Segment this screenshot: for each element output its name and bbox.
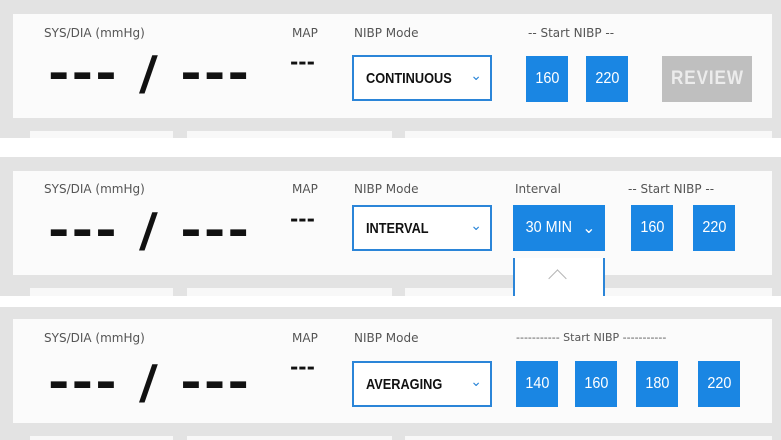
start-nibp-label: ----------- Start NIBP ----------- — [516, 331, 667, 344]
start-nibp-160-button[interactable]: 160 — [526, 56, 568, 102]
lower-tile — [30, 436, 173, 440]
nibp-mode-label: NIBP Mode — [354, 182, 419, 196]
nibp-mode-value: INTERVAL — [366, 220, 429, 237]
start-nibp-220-button[interactable]: 220 — [693, 205, 735, 251]
chevron-up-icon[interactable] — [548, 269, 567, 288]
map-label: MAP — [292, 331, 318, 345]
lower-tile — [187, 436, 392, 440]
chevron-down-icon: ⌄ — [470, 218, 482, 234]
interval-label: Interval — [515, 182, 561, 196]
map-value: --- — [290, 207, 315, 231]
nibp-panel-interval: SYS/DIA (mmHg) --- / --- MAP --- NIBP Mo… — [0, 157, 781, 296]
interval-dropdown-list[interactable] — [513, 258, 605, 296]
nibp-panel-continuous: SYS/DIA (mmHg) --- / --- MAP --- NIBP Mo… — [0, 0, 781, 138]
map-label: MAP — [292, 26, 318, 40]
interval-select[interactable]: 30 MIN ⌄ — [513, 205, 605, 251]
lower-tile — [187, 131, 392, 138]
start-nibp-label: -- Start NIBP -- — [628, 182, 715, 196]
nibp-mode-label: NIBP Mode — [354, 331, 419, 345]
start-nibp-220-button[interactable]: 220 — [698, 361, 740, 407]
lower-tile — [30, 288, 173, 296]
nibp-panel-averaging: SYS/DIA (mmHg) --- / --- MAP --- NIBP Mo… — [0, 307, 781, 440]
sys-dia-value: --- / --- — [48, 203, 252, 257]
sys-dia-value: --- / --- — [48, 355, 252, 409]
review-button[interactable]: REVIEW — [662, 56, 752, 102]
map-value: --- — [290, 355, 315, 379]
start-nibp-140-button[interactable]: 140 — [516, 361, 558, 407]
start-nibp-160-button[interactable]: 160 — [575, 361, 617, 407]
nibp-mode-select[interactable]: CONTINUOUS ⌄ — [352, 55, 492, 101]
sys-dia-label: SYS/DIA (mmHg) — [44, 331, 145, 345]
chevron-down-icon: ⌄ — [470, 374, 482, 390]
start-nibp-220-button[interactable]: 220 — [586, 56, 628, 102]
nibp-mode-select[interactable]: INTERVAL ⌄ — [352, 205, 492, 251]
start-nibp-160-button[interactable]: 160 — [631, 205, 673, 251]
start-nibp-label: -- Start NIBP -- — [528, 26, 615, 40]
interval-value: 30 MIN — [525, 219, 572, 236]
nibp-mode-value: AVERAGING — [366, 376, 443, 393]
sys-dia-label: SYS/DIA (mmHg) — [44, 182, 145, 196]
map-value: --- — [290, 50, 315, 74]
sys-dia-label: SYS/DIA (mmHg) — [44, 26, 145, 40]
lower-tile — [187, 288, 392, 296]
start-nibp-180-button[interactable]: 180 — [636, 361, 678, 407]
nibp-mode-value: CONTINUOUS — [366, 70, 452, 87]
lower-tile — [405, 436, 772, 440]
map-label: MAP — [292, 182, 318, 196]
chevron-down-icon: ⌄ — [470, 68, 482, 84]
sys-dia-value: --- / --- — [48, 46, 252, 100]
lower-tile — [405, 131, 772, 138]
nibp-mode-label: NIBP Mode — [354, 26, 419, 40]
nibp-mode-select[interactable]: AVERAGING ⌄ — [352, 361, 492, 407]
chevron-down-icon: ⌄ — [582, 220, 596, 237]
lower-tile — [30, 131, 173, 138]
